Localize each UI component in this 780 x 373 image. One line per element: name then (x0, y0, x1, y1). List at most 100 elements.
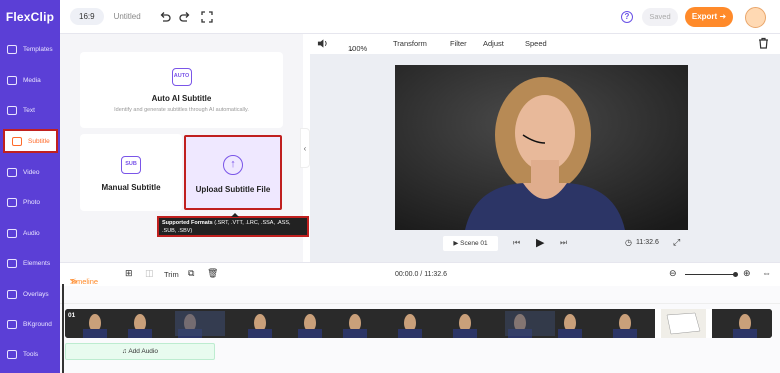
fullscreen-icon[interactable] (201, 10, 213, 23)
overlays-icon (7, 289, 17, 299)
sidebar-item-photo[interactable]: Photo (0, 189, 60, 215)
sidebar-item-label: Media (23, 76, 41, 84)
transform-button[interactable]: Transform (393, 39, 427, 48)
help-icon[interactable]: ? (621, 11, 633, 23)
sidebar-item-elements[interactable]: Elements (0, 250, 60, 276)
background-icon (7, 319, 17, 329)
player-controls: ▶ Scene 01 ⏮ ▶ ⏭ ◷ 11:32.6 ⤢ (395, 234, 688, 254)
video-canvas[interactable] (395, 65, 688, 230)
chevron-right-icon: ➜ (719, 12, 727, 21)
trash-icon[interactable] (758, 37, 769, 49)
split-icon[interactable]: ◫ (145, 268, 154, 279)
auto-subtitle-title: Auto AI Subtitle (151, 94, 212, 103)
timeline-label: Timeline (70, 277, 99, 286)
volume-icon[interactable] (317, 38, 328, 49)
timeline-toolbar: ≫ Timeline ⊞ ◫ Trim ⧉ 🗑 00:00.0 / 11:32.… (60, 262, 780, 286)
trim-button[interactable]: Trim (164, 270, 179, 279)
project-title[interactable]: Untitled (114, 12, 141, 21)
sidebar-item-label: Subtitle (28, 137, 50, 145)
sidebar-item-media[interactable]: Media (0, 67, 60, 93)
adjust-button[interactable]: Adjust (483, 39, 504, 48)
video-track[interactable]: 01 (65, 309, 772, 338)
app-window: FlexClip 16:9 Untitled ? Saved Export ➜ … (0, 0, 780, 373)
logo: FlexClip (0, 0, 60, 34)
sidebar-item-video[interactable]: Video (0, 159, 60, 185)
export-label: Export (691, 12, 718, 21)
aspect-ratio-button[interactable]: 16:9 (70, 8, 104, 25)
duration-label: 11:32.6 (636, 239, 659, 246)
sidebar-item-label: Overlays (23, 290, 49, 298)
tools-icon (7, 349, 17, 359)
undo-icon[interactable] (159, 11, 171, 23)
formats-tooltip: Supported Formats (.SRT, .VTT, .LRC, .SS… (157, 213, 309, 237)
previous-icon[interactable]: ⏮ (513, 238, 520, 248)
zoom-in-icon[interactable]: ⊕ (743, 268, 751, 279)
subtitle-icon (12, 136, 22, 146)
auto-subtitle-desc: Identify and generate subtitles through … (114, 107, 249, 113)
play-small-icon: ▶ (453, 240, 459, 247)
timeline-time: 00:00.0 / 11:32.6 (395, 271, 448, 278)
sidebar-item-label: Photo (23, 198, 40, 206)
collapse-panel-button[interactable]: ‹ (300, 128, 310, 168)
video-frame-image (395, 65, 688, 230)
media-icon (7, 75, 17, 85)
logo-text: FlexClip (5, 9, 55, 24)
redo-icon[interactable] (179, 11, 191, 23)
video-thumbnails (65, 309, 772, 338)
sidebar-item-label: Video (23, 168, 40, 176)
zoom-slider-handle[interactable] (733, 272, 738, 277)
manual-subtitle-title: Manual Subtitle (101, 183, 161, 192)
templates-icon (7, 44, 17, 54)
sidebar: Templates Media Text Subtitle Video Phot… (0, 34, 60, 373)
sidebar-item-bkground[interactable]: BKground (0, 311, 60, 337)
track-number: 01 (68, 312, 76, 319)
preview-area: ▶ Scene 01 ⏮ ▶ ⏭ ◷ 11:32.6 ⤢ (310, 54, 780, 262)
sidebar-item-label: BKground (23, 320, 52, 328)
avatar[interactable] (745, 7, 766, 28)
sidebar-item-audio[interactable]: Audio (0, 220, 60, 246)
top-bar: FlexClip 16:9 Untitled ? Saved Export ➜ (0, 0, 780, 34)
sidebar-item-label: Templates (23, 45, 53, 53)
zoom-out-icon[interactable]: ⊖ (669, 268, 677, 279)
sidebar-item-label: Audio (23, 229, 40, 237)
subtitle-panel: AUTO Auto AI Subtitle Identify and gener… (60, 34, 309, 262)
auto-subtitle-card[interactable]: AUTO Auto AI Subtitle Identify and gener… (80, 52, 283, 128)
duplicate-icon[interactable]: ⧉ (188, 268, 194, 279)
clock-icon: ◷ (625, 238, 632, 247)
filter-button[interactable]: Filter (450, 39, 467, 48)
speed-button[interactable]: Speed (525, 39, 547, 48)
sidebar-item-tools[interactable]: Tools (0, 341, 60, 367)
fit-icon[interactable]: ⇔ (762, 268, 771, 278)
export-button[interactable]: Export ➜ (685, 7, 733, 27)
delete-icon[interactable]: 🗑 (207, 268, 218, 279)
sidebar-item-overlays[interactable]: Overlays (0, 281, 60, 307)
saved-button[interactable]: Saved (642, 8, 678, 26)
playhead[interactable] (62, 284, 64, 373)
tooltip-title: Supported Formats (162, 220, 213, 226)
play-icon[interactable]: ▶ (536, 236, 544, 249)
elements-icon (7, 258, 17, 268)
video-icon (7, 167, 17, 177)
add-scene-icon[interactable]: ⊞ (125, 268, 133, 279)
chevron-down-icon: ⌄ (348, 44, 355, 53)
scene-select[interactable]: ▶ Scene 01 (443, 236, 498, 251)
sidebar-item-templates[interactable]: Templates (0, 36, 60, 62)
zoom-slider[interactable] (685, 274, 737, 275)
timeline-area: 01 ♫ Add Audio (60, 286, 780, 373)
add-audio-button[interactable]: ♫ Add Audio (65, 343, 215, 360)
sidebar-item-label: Tools (23, 350, 39, 358)
add-audio-label: Add Audio (128, 348, 158, 355)
sidebar-item-label: Text (23, 106, 35, 114)
upload-subtitle-title: Upload Subtitle File (195, 185, 271, 194)
music-note-icon: ♫ (122, 348, 127, 355)
expand-icon[interactable]: ⤢ (673, 237, 680, 248)
upload-subtitle-card[interactable]: ↑ Upload Subtitle File (184, 135, 282, 210)
upload-icon: ↑ (223, 155, 243, 175)
sidebar-item-subtitle[interactable]: Subtitle (3, 129, 58, 153)
sidebar-item-text[interactable]: Text (0, 97, 60, 123)
next-icon[interactable]: ⏭ (560, 238, 567, 248)
manual-subtitle-card[interactable]: SUB Manual Subtitle (80, 134, 182, 211)
music-icon (7, 228, 17, 238)
sub-icon: SUB (121, 156, 141, 174)
auto-icon: AUTO (171, 68, 192, 86)
